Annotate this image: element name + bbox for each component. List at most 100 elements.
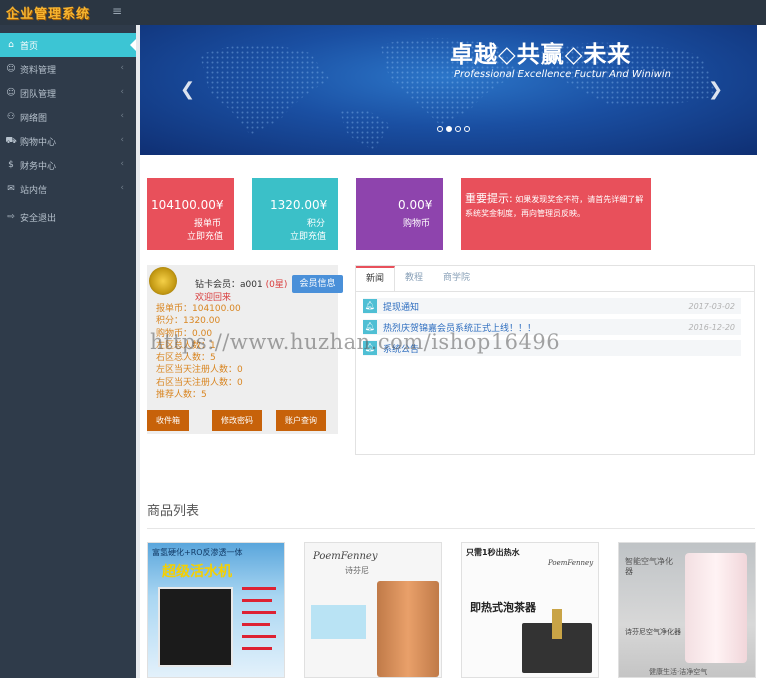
product-tag: 只需1秒出热水: [466, 548, 520, 557]
cart-icon: ⛟: [5, 135, 17, 146]
inbox-button[interactable]: 收件箱: [147, 410, 189, 431]
feature-lines-graphic: [242, 587, 276, 650]
sidebar-item[interactable]: ⚇ 网络图 ‹: [0, 105, 136, 129]
welcome-text: 欢迎回来: [195, 293, 232, 303]
product-card[interactable]: 只需1秒出热水 PoemFenney 即热式泡茶器: [461, 542, 599, 678]
sidebar-item[interactable]: ☺ 团队管理 ‹: [0, 81, 136, 105]
banner-next-icon[interactable]: ❯: [708, 79, 723, 100]
account-query-button[interactable]: 账户查询: [276, 410, 326, 431]
banner-prev-icon[interactable]: ❮: [180, 79, 195, 100]
dollar-icon: $: [8, 160, 14, 170]
product-features: [240, 583, 280, 673]
avatar: [149, 267, 177, 295]
news-title[interactable]: 提现通知: [383, 300, 689, 313]
sidebar-item[interactable]: ⌂ 首页: [0, 33, 136, 57]
app-logo[interactable]: 企业管理系统: [6, 3, 90, 22]
news-title[interactable]: 系统公告: [383, 342, 735, 355]
banner-carousel: 卓越◇共赢◇未来 Professional Excellence Fuctur …: [140, 25, 757, 155]
product-brand: PoemFenney: [548, 559, 594, 567]
chevron-left-icon: ‹: [120, 183, 124, 193]
air-purifier-image: [685, 553, 747, 663]
world-map-graphic: [200, 37, 720, 150]
member-stat-line: 右区总人数：5: [156, 353, 216, 364]
carousel-dot[interactable]: [446, 126, 452, 132]
water-heater-image: [377, 581, 439, 677]
member-stat-line: 推荐人数：5: [156, 390, 207, 401]
member-level-text: 钻卡会员：a001: [195, 280, 263, 290]
notice-heading: 重要提示:: [465, 192, 513, 205]
bonus-recharge-link[interactable]: 立即充值: [187, 229, 223, 242]
product-brand-cn: 诗芬尼: [345, 566, 369, 575]
shopping-coin-value: 0.00¥: [398, 198, 433, 212]
user-icon: ☺: [6, 64, 16, 74]
tab-tutorial[interactable]: 教程: [395, 266, 433, 291]
logout-icon: ⇨: [7, 212, 15, 222]
team-icon: ☺: [6, 88, 16, 98]
bonus-coin-value: 104100.00¥: [151, 198, 224, 212]
bonus-coin-label: 报单币: [194, 219, 222, 229]
points-card[interactable]: 1320.00¥ 积分 立即充值: [252, 178, 338, 250]
home-icon: ⌂: [8, 40, 14, 50]
carousel-dot[interactable]: [437, 126, 443, 132]
menu-toggle-icon[interactable]: ≡: [112, 5, 124, 17]
sidebar-item[interactable]: ⇨ 安全退出: [0, 205, 136, 229]
banner-subtitle: Professional Excellence Fuctur And Winiw…: [454, 69, 671, 80]
sitemap-icon: ⚇: [6, 112, 16, 122]
product-list-title: 商品列表: [147, 504, 200, 519]
member-stats: 报单币：104100.00 积分：1320.00 购物币：0.00 左区总人数：1 右区…: [156, 303, 243, 401]
sidebar-item-label: 团队管理: [20, 89, 57, 100]
bell-icon: 🔔︎: [363, 320, 377, 334]
carousel-dot[interactable]: [464, 126, 470, 132]
member-stat-line: 右区当天注册人数：0: [156, 377, 243, 388]
member-stat-line: 购物币：0.00: [156, 328, 213, 339]
chevron-left-icon: ‹: [120, 159, 124, 169]
chevron-left-icon: ‹: [120, 63, 124, 73]
sidebar-item-label: 网络图: [20, 113, 48, 124]
product-name: 即热式泡茶器: [470, 601, 536, 614]
chevron-left-icon: ‹: [120, 111, 124, 121]
sidebar-item-label: 首页: [20, 41, 39, 52]
product-brand: PoemFenney: [313, 551, 378, 562]
chevron-left-icon: ‹: [120, 135, 124, 145]
sidebar-item-label: 安全退出: [20, 213, 57, 224]
shopping-coin-label: 购物币: [403, 219, 431, 229]
change-password-button[interactable]: 修改密码: [212, 410, 262, 431]
bell-icon: 🔔︎: [363, 341, 377, 355]
mail-icon: ✉: [7, 184, 15, 194]
tab-business-school[interactable]: 商学院: [433, 266, 480, 291]
product-tag: 富氢硬化+RO反渗透一体: [152, 548, 243, 557]
carousel-dot[interactable]: [455, 126, 461, 132]
water-machine-image: [158, 587, 233, 667]
tea-maker-tap: [552, 609, 562, 639]
product-card[interactable]: PoemFenney 诗芬尼: [304, 542, 442, 678]
points-value: 1320.00¥: [270, 198, 328, 212]
sidebar: ⌂ 首页 ☺ 资料管理 ‹ ☺ 团队管理 ‹ ⚇ 网络图 ‹ ⛟ 购物中心 ‹ $ 财务中心 ‹ ✉ 站内信 ‹ ⇨ 安全…: [0, 25, 136, 678]
sidebar-item[interactable]: ✉ 站内信 ‹: [0, 177, 136, 201]
important-notice-card: 重要提示: 如果发现奖金不符，请首先详细了解系统奖金制度，再向管理员反映。: [461, 178, 651, 250]
news-title[interactable]: 热烈庆贺锦嘉会员系统正式上线！！！: [383, 321, 689, 334]
member-star: (0星): [265, 280, 288, 290]
chevron-left-icon: ‹: [120, 87, 124, 97]
tab-news[interactable]: 新闻: [356, 266, 396, 291]
sidebar-item[interactable]: ⛟ 购物中心 ‹: [0, 129, 136, 153]
sidebar-item-label: 购物中心: [20, 137, 57, 148]
news-item[interactable]: 🔔︎ 提现通知 2017-03-02: [363, 298, 741, 314]
member-stat-line: 积分：1320.00: [156, 316, 221, 327]
news-item[interactable]: 🔔︎ 系统公告: [363, 340, 741, 356]
product-card[interactable]: 智能空气净化器 诗芬尼空气净化器 健康生活·洁净空气: [618, 542, 756, 678]
sidebar-item[interactable]: $ 财务中心 ‹: [0, 153, 136, 177]
news-date: 2017-03-02: [688, 301, 736, 311]
sidebar-item-label: 站内信: [20, 185, 48, 196]
points-recharge-link[interactable]: 立即充值: [290, 229, 326, 242]
product-name: 超级活水机: [162, 564, 232, 580]
sidebar-item[interactable]: ☺ 资料管理 ‹: [0, 57, 136, 81]
banner-title: 卓越◇共赢◇未来: [450, 42, 632, 68]
product-card[interactable]: 富氢硬化+RO反渗透一体 超级活水机: [147, 542, 285, 678]
bell-icon: 🔔︎: [363, 299, 377, 313]
product-slogan: 健康生活·洁净空气: [649, 668, 708, 676]
news-item[interactable]: 🔔︎ 热烈庆贺锦嘉会员系统正式上线！！！ 2016-12-20: [363, 319, 741, 335]
shopping-coin-card[interactable]: 0.00¥ 购物币: [356, 178, 443, 250]
member-info-button[interactable]: 会员信息: [292, 275, 343, 293]
bonus-coin-card[interactable]: 104100.00¥ 报单币 立即充值: [147, 178, 234, 250]
member-stat-line: 左区总人数：1: [156, 340, 216, 351]
